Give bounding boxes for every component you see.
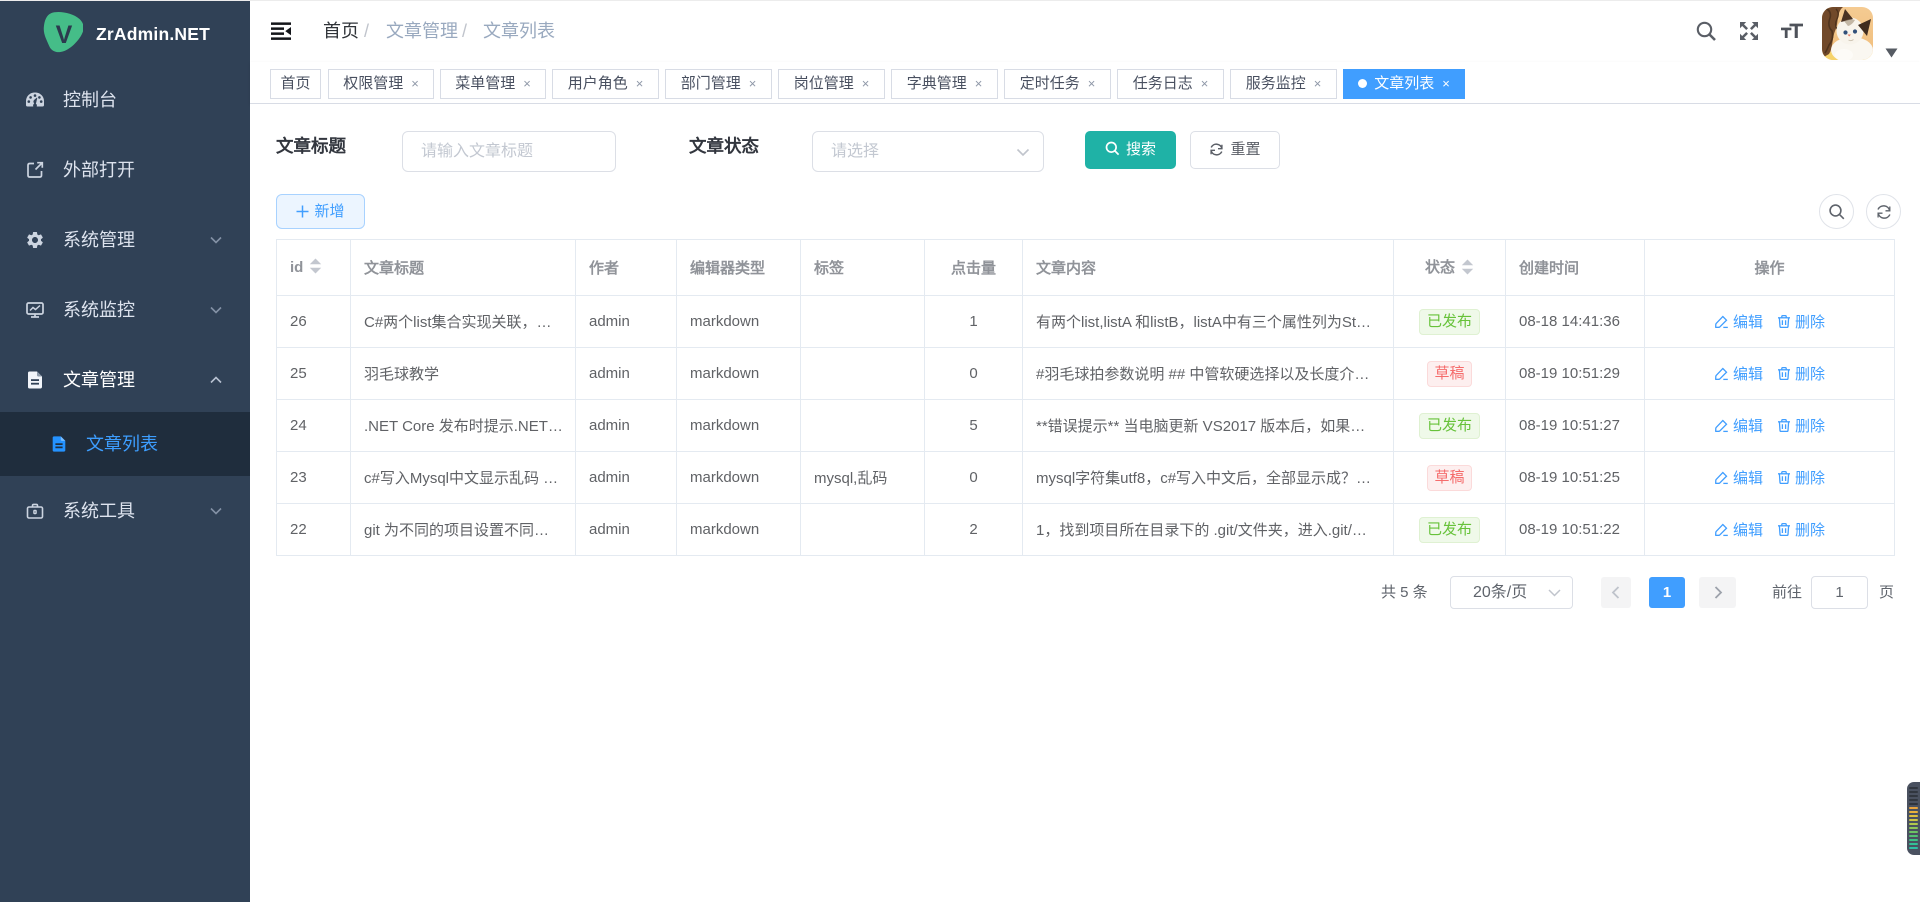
svg-text:V: V xyxy=(56,21,73,49)
